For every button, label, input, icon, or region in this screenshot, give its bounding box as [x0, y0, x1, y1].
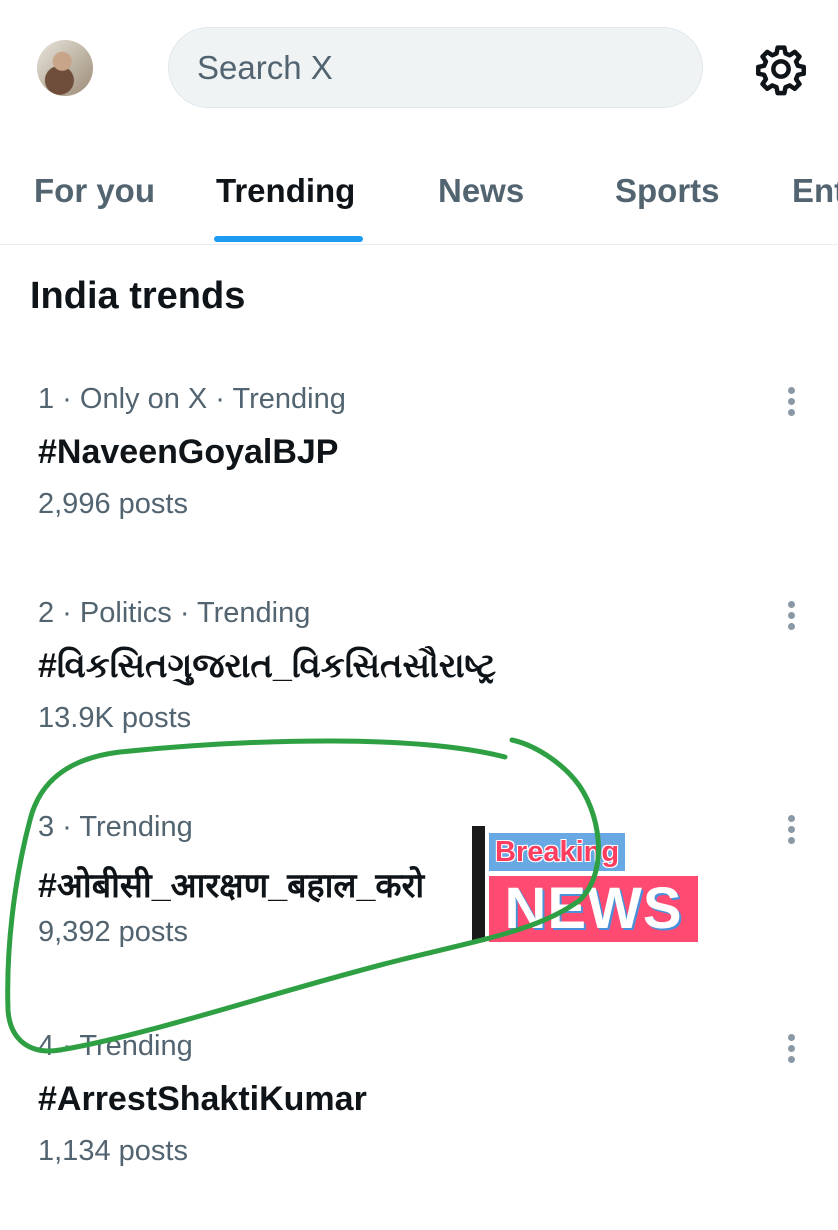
breaking-label: Breaking [489, 833, 626, 871]
trend-name: #ओबीसी_आरक्षण_बहाल_करो [38, 867, 425, 905]
section-title: India trends [30, 275, 246, 317]
top-bar: Search X [0, 0, 838, 135]
trend-item[interactable]: 3 · Trending #ओबीसी_आरक्षण_बहाल_करो 9,39… [0, 811, 838, 1011]
trend-item[interactable]: 1 · Only on X · Trending #NaveenGoyalBJP… [0, 383, 838, 583]
avatar[interactable] [37, 40, 93, 96]
trend-post-count: 9,392 posts [38, 916, 188, 948]
trend-meta: 2 · Politics · Trending [38, 597, 311, 629]
trend-post-count: 13.9K posts [38, 702, 192, 734]
tab-trending[interactable]: Trending [216, 172, 355, 210]
more-options-icon[interactable] [780, 813, 804, 847]
trend-item[interactable]: 2 · Politics · Trending #વિકસિતગુજરાત_વિ… [0, 597, 838, 797]
tab-for-you[interactable]: For you [34, 172, 155, 210]
trend-meta: 3 · Trending [38, 811, 193, 843]
tab-news[interactable]: News [438, 172, 524, 210]
trend-post-count: 2,996 posts [38, 488, 188, 520]
trend-item[interactable]: 4 · Trending #ArrestShaktiKumar 1,134 po… [0, 1030, 838, 1230]
breaking-news-sticker: Breaking NEWS [472, 826, 700, 942]
tab-bar: For you Trending News Sports Ent [0, 150, 838, 245]
trend-name: #ArrestShaktiKumar [38, 1080, 367, 1118]
search-input[interactable]: Search X [168, 27, 703, 108]
more-options-icon[interactable] [780, 385, 804, 419]
trend-name: #NaveenGoyalBJP [38, 433, 339, 471]
trend-name: #વિકસિતગુજરાત_વિકસિતસૌરાષ્ટ્ર [38, 647, 497, 685]
trend-meta: 1 · Only on X · Trending [38, 383, 346, 415]
sticker-bar [472, 826, 485, 942]
search-placeholder: Search X [197, 48, 333, 86]
news-label: NEWS [489, 876, 698, 942]
more-options-icon[interactable] [780, 599, 804, 633]
tab-sports[interactable]: Sports [615, 172, 720, 210]
active-tab-indicator [214, 236, 363, 242]
trend-post-count: 1,134 posts [38, 1135, 188, 1167]
trend-meta: 4 · Trending [38, 1030, 193, 1062]
gear-icon[interactable] [754, 42, 808, 96]
more-options-icon[interactable] [780, 1032, 804, 1066]
tab-entertainment[interactable]: Ent [792, 172, 838, 210]
